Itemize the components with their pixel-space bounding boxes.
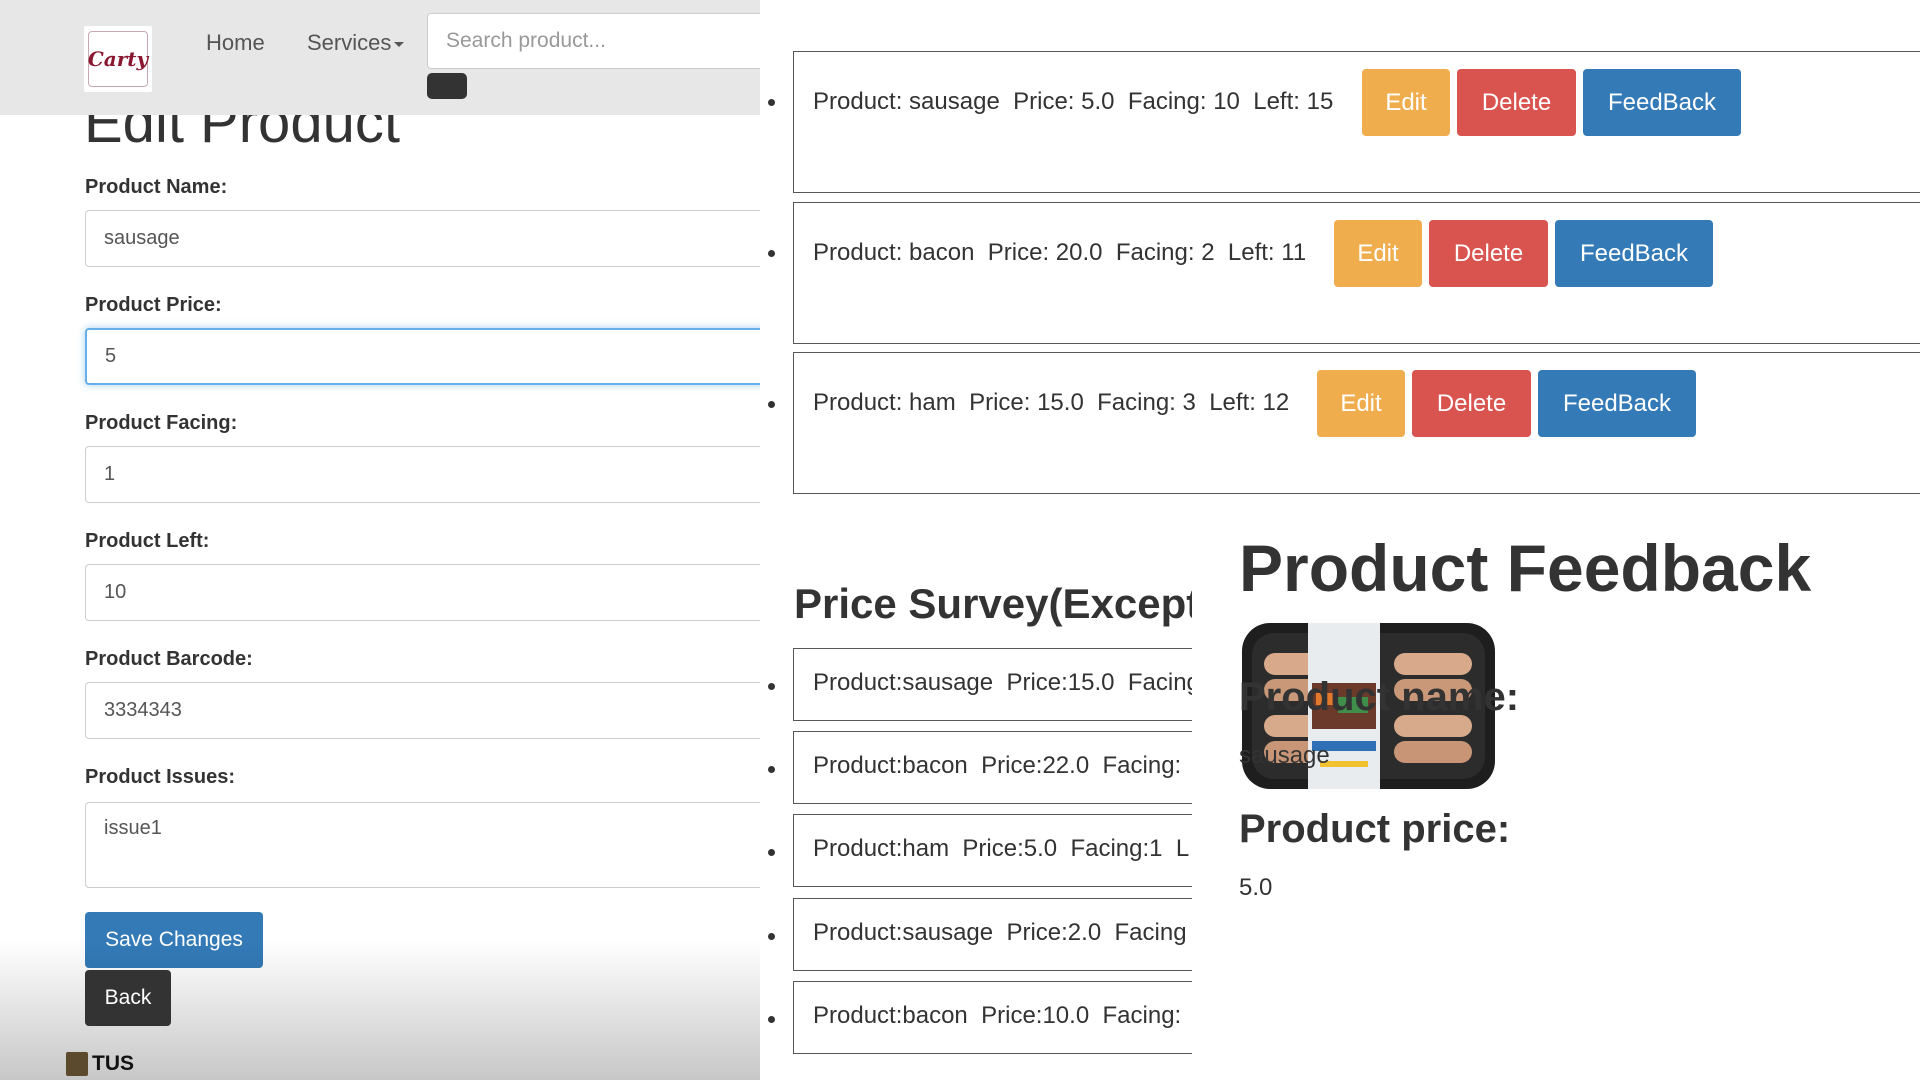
list-bullet [768,766,775,773]
logo-text: Carty [87,47,149,71]
product-price-heading: Product price: [1239,807,1511,851]
product-issues-label: Product Issues: [85,766,236,788]
survey-row: Product:bacon Price:22.0 Facing: [793,731,1192,804]
tus-crest-icon [66,1052,88,1076]
nav-services-dropdown[interactable]: Services [307,28,405,58]
survey-row-text: Product:ham Price:5.0 Facing:1 L [813,835,1190,862]
product-facing-input[interactable] [85,446,760,503]
search-button[interactable] [427,73,467,99]
nav-services-label: Services [307,30,392,55]
survey-row-text: Product:sausage Price:2.0 Facing [813,919,1187,946]
product-row: Product: ham Price: 15.0 Facing: 3 Left:… [793,352,1920,494]
search-input[interactable] [427,13,760,69]
edit-button[interactable]: Edit [1317,370,1405,437]
edit-product-pane: Carty Home Services Edit Product Product… [0,0,760,1080]
product-left-input[interactable] [85,564,760,621]
product-issues-textarea[interactable]: issue1 [85,802,760,888]
feedback-title: Product Feedback [1239,531,1812,605]
delete-button[interactable]: Delete [1412,370,1531,437]
survey-row: Product:bacon Price:10.0 Facing: [793,981,1192,1054]
delete-button[interactable]: Delete [1429,220,1548,287]
product-price-value: 5.0 [1239,874,1273,901]
list-bullet [768,933,775,940]
product-feedback-panel: Product Feedback Product name: sausage P… [1192,500,1920,1080]
edit-button[interactable]: Edit [1362,69,1450,136]
brand-logo[interactable]: Carty [84,26,152,92]
survey-row-text: Product:sausage Price:15.0 Facing [813,669,1192,696]
list-bullet [768,401,775,408]
product-left-label: Product Left: [85,530,210,552]
survey-row: Product:sausage Price:15.0 Facing [793,648,1192,721]
product-name-label: Product Name: [85,176,228,198]
back-button[interactable]: Back [85,970,171,1026]
list-bullet [768,99,775,106]
save-changes-button[interactable]: Save Changes [85,912,263,968]
nav-home-link[interactable]: Home [206,28,265,58]
product-row-text: Product: ham Price: 15.0 Facing: 3 Left:… [813,389,1290,416]
feedback-button[interactable]: FeedBack [1538,370,1696,437]
product-row: Product: sausage Price: 5.0 Facing: 10 L… [793,51,1920,193]
product-row: Product: bacon Price: 20.0 Facing: 2 Lef… [793,202,1920,344]
tus-text: TUS [92,1052,134,1075]
product-facing-label: Product Facing: [85,412,238,434]
list-bullet [768,683,775,690]
list-bullet [768,1016,775,1023]
list-bullet [768,250,775,257]
feedback-button[interactable]: FeedBack [1583,69,1741,136]
survey-row-text: Product:bacon Price:10.0 Facing: [813,1002,1182,1029]
product-price-label: Product Price: [85,294,222,316]
list-bullet [768,849,775,856]
price-survey-list: Product:sausage Price:15.0 Facing Produc… [760,640,1192,1080]
caret-down-icon [394,41,405,47]
navbar: Carty Home Services [0,0,760,115]
product-barcode-label: Product Barcode: [85,648,253,670]
product-row-text: Product: bacon Price: 20.0 Facing: 2 Lef… [813,239,1307,266]
survey-row: Product:sausage Price:2.0 Facing [793,898,1192,971]
product-list-pane: Product: sausage Price: 5.0 Facing: 10 L… [760,0,1920,1080]
delete-button[interactable]: Delete [1457,69,1576,136]
logo-frame: Carty [88,31,148,87]
product-price-input[interactable] [85,328,760,385]
product-row-text: Product: sausage Price: 5.0 Facing: 10 L… [813,88,1334,115]
tus-watermark: TUS [66,1052,134,1076]
price-survey-title: Price Survey(Except [794,580,1201,627]
survey-row: Product:ham Price:5.0 Facing:1 L [793,814,1192,887]
edit-button[interactable]: Edit [1334,220,1422,287]
product-name-input[interactable] [85,210,760,267]
product-barcode-input[interactable] [85,682,760,739]
survey-row-text: Product:bacon Price:22.0 Facing: [813,752,1182,779]
feedback-button[interactable]: FeedBack [1555,220,1713,287]
product-name-value: sausage [1239,742,1330,769]
product-name-heading: Product name: [1239,675,1520,719]
